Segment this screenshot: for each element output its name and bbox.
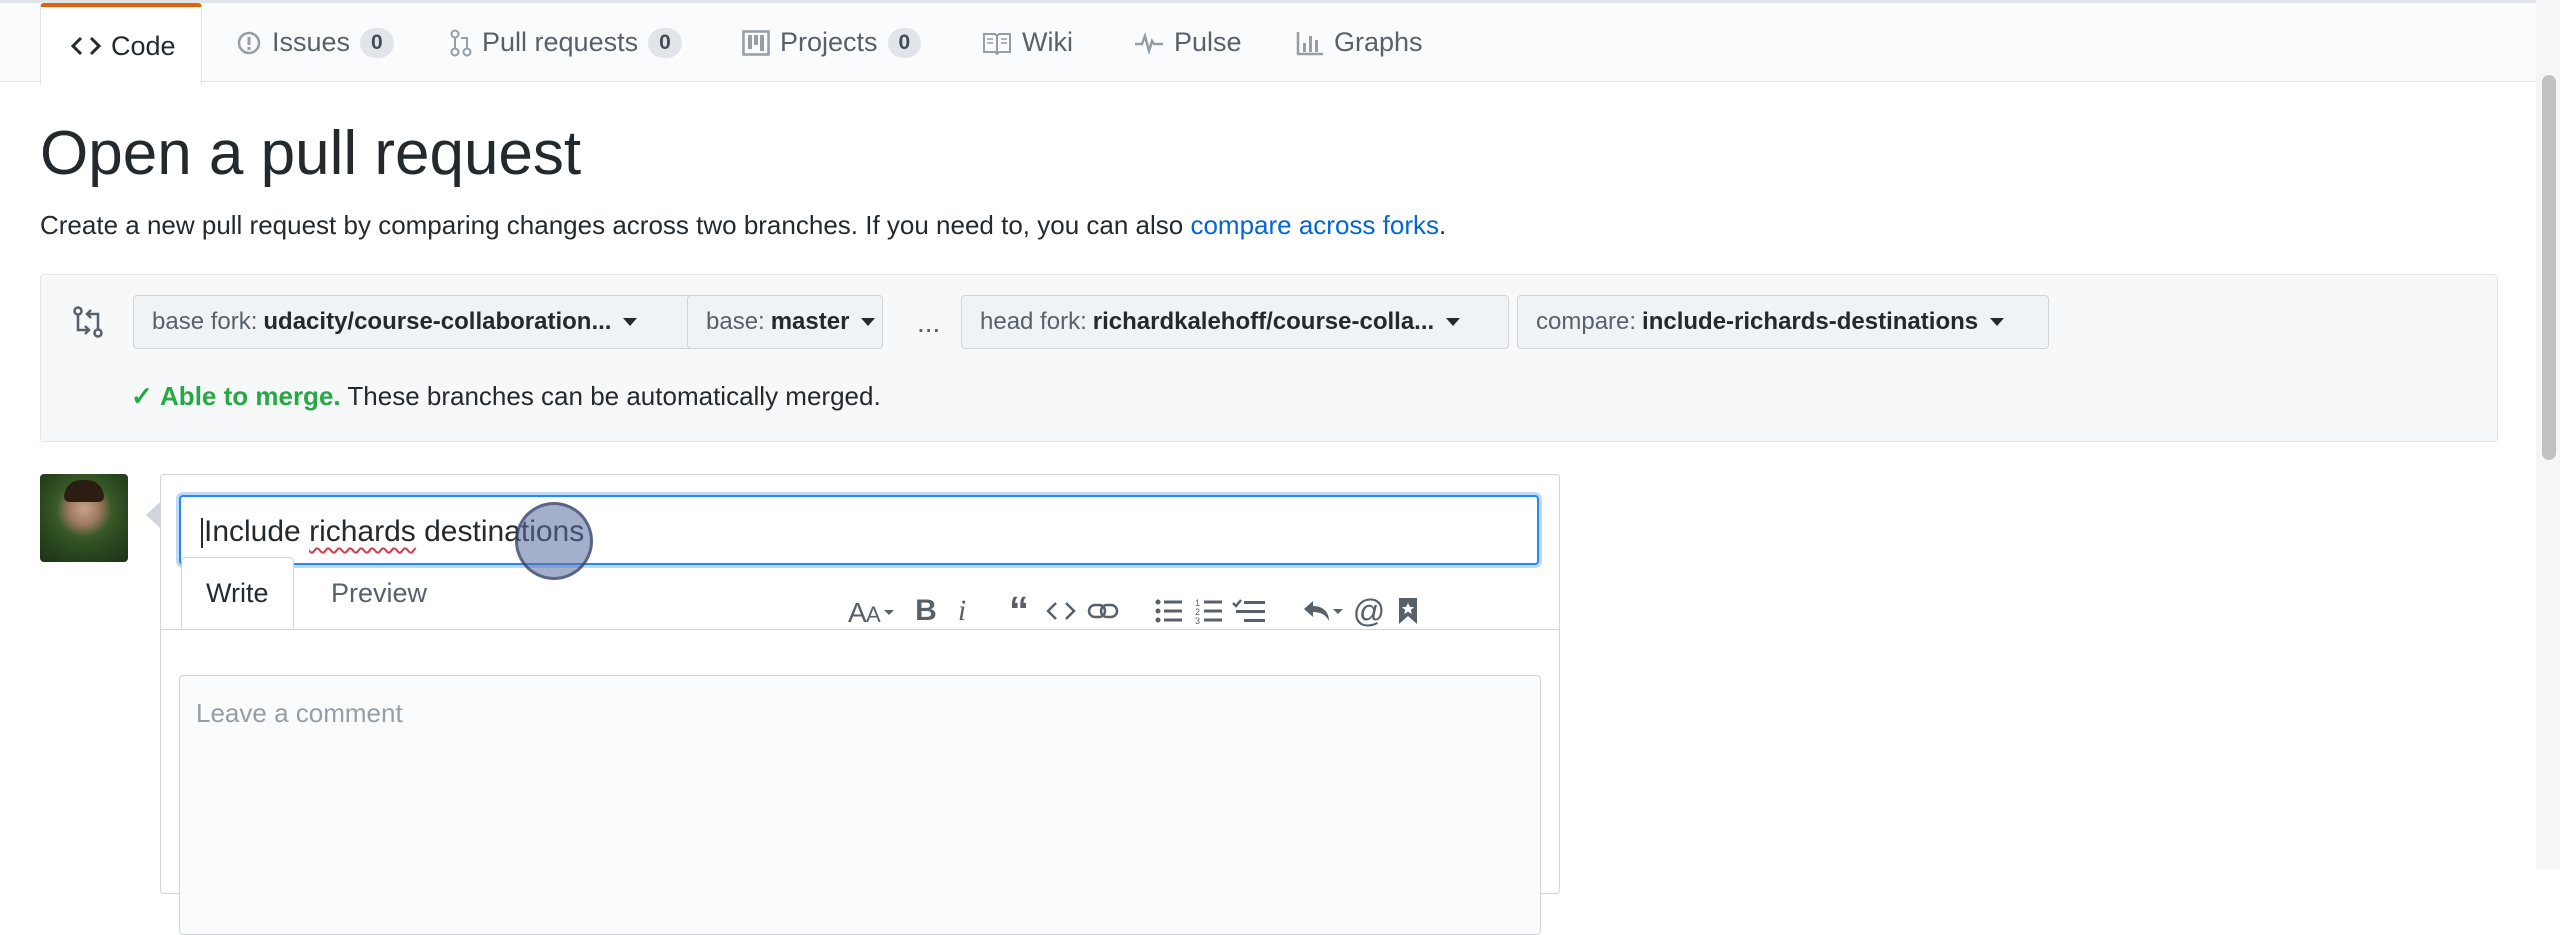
pr-title-input[interactable]: Include richards destinations [179,495,1539,565]
graph-icon [1296,30,1324,56]
subtitle-text: Create a new pull request by comparing c… [40,210,1184,240]
mention-icon[interactable]: @ [1351,591,1387,631]
pull-request-icon [450,29,472,57]
svg-text:A: A [848,597,867,626]
chevron-down-icon [1446,318,1461,326]
bold-icon[interactable]: B [911,591,941,631]
base-fork-value: udacity/course-collaboration... [263,308,612,335]
base-fork-label: base fork: [152,308,258,335]
unordered-list-icon[interactable] [1151,591,1187,631]
new-pr-form: Include richards destinations Write Prev… [160,474,1560,935]
tab-label: Code [111,30,176,61]
book-icon [982,31,1012,55]
code-icon[interactable] [1041,591,1081,631]
tab-label: Wiki [1022,27,1073,57]
comment-pointer [146,502,160,528]
project-icon [742,29,770,56]
tab-pull-requests[interactable]: Pull requests 0 [420,3,712,82]
pull-requests-counter: 0 [648,27,682,58]
merge-ok-text: Able to merge. [160,381,341,411]
check-icon: ✓ [131,381,153,411]
tab-projects[interactable]: Projects 0 [712,3,951,82]
quote-icon[interactable]: “ [999,589,1039,633]
task-list-icon[interactable] [1229,591,1269,631]
bookmark-icon[interactable] [1391,591,1425,631]
page-subtitle: Create a new pull request by comparing c… [40,210,1446,241]
ordered-list-icon[interactable]: 123 [1191,591,1227,631]
tab-label: Graphs [1334,27,1423,57]
scrollbar[interactable] [2536,0,2560,869]
base-label: base: [706,308,765,335]
compare-branch-select[interactable]: compare: include-richards-destinations [1517,295,2049,349]
head-fork-value: richardkalehoff/course-colla... [1092,308,1435,335]
code-icon [71,35,101,57]
tab-preview[interactable]: Preview [307,557,451,629]
reply-icon[interactable] [1299,591,1347,631]
projects-counter: 0 [887,27,922,58]
link-icon[interactable] [1083,591,1123,631]
compare-label: compare: [1536,308,1637,335]
page-title: Open a pull request [40,119,582,188]
base-branch-select[interactable]: base: master [687,295,883,349]
tab-label: Projects [780,27,878,57]
tab-write[interactable]: Write [181,557,294,629]
issue-icon [236,30,262,56]
tab-pulse[interactable]: Pulse [1104,3,1272,82]
misspelled-word: richards [309,515,416,548]
italic-icon[interactable]: i [947,591,977,631]
base-fork-select[interactable]: base fork: udacity/course-collaboration.… [133,295,711,349]
merge-detail-text: These branches can be automatically merg… [347,381,881,411]
head-fork-label: head fork: [980,308,1087,335]
base-value: master [770,308,850,335]
repo-nav: Code Issues 0 Pull requests 0 Projects 0… [0,0,2560,85]
compare-arrows-icon [71,305,105,344]
range-separator: ... [917,307,941,338]
compare-value: include-richards-destinations [1642,308,1979,335]
tab-label: Issues [272,27,351,57]
pulse-icon [1134,31,1164,54]
tab-label: Pulse [1174,27,1242,57]
tab-code[interactable]: Code [40,3,202,85]
title-part: Include [204,515,310,548]
chevron-down-icon [1990,318,2005,326]
compare-across-forks-link[interactable]: compare across forks [1190,210,1439,240]
head-fork-select[interactable]: head fork: richardkalehoff/course-colla.… [961,295,1509,349]
issues-counter: 0 [360,27,394,58]
comment-placeholder: Leave a comment [196,698,403,728]
tab-issues[interactable]: Issues 0 [206,3,424,82]
tab-label: Pull requests [482,27,639,57]
avatar[interactable] [40,474,128,562]
mouse-cursor-indicator [515,502,593,580]
tab-graphs[interactable]: Graphs [1266,3,1453,82]
tab-wiki[interactable]: Wiki [952,3,1103,82]
compare-range: base fork: udacity/course-collaboration.… [40,274,2498,442]
svg-text:3: 3 [1195,616,1200,624]
text-size-icon[interactable]: AA [847,591,903,631]
scrollbar-thumb[interactable] [2542,75,2556,460]
subtitle-period: . [1438,210,1447,240]
comment-textarea[interactable]: Leave a comment [179,675,1541,935]
chevron-down-icon [623,318,638,326]
text-cursor [201,518,203,549]
merge-status: ✓ Able to merge. These branches can be a… [131,381,881,412]
svg-text:A: A [866,602,881,626]
chevron-down-icon [861,318,876,326]
